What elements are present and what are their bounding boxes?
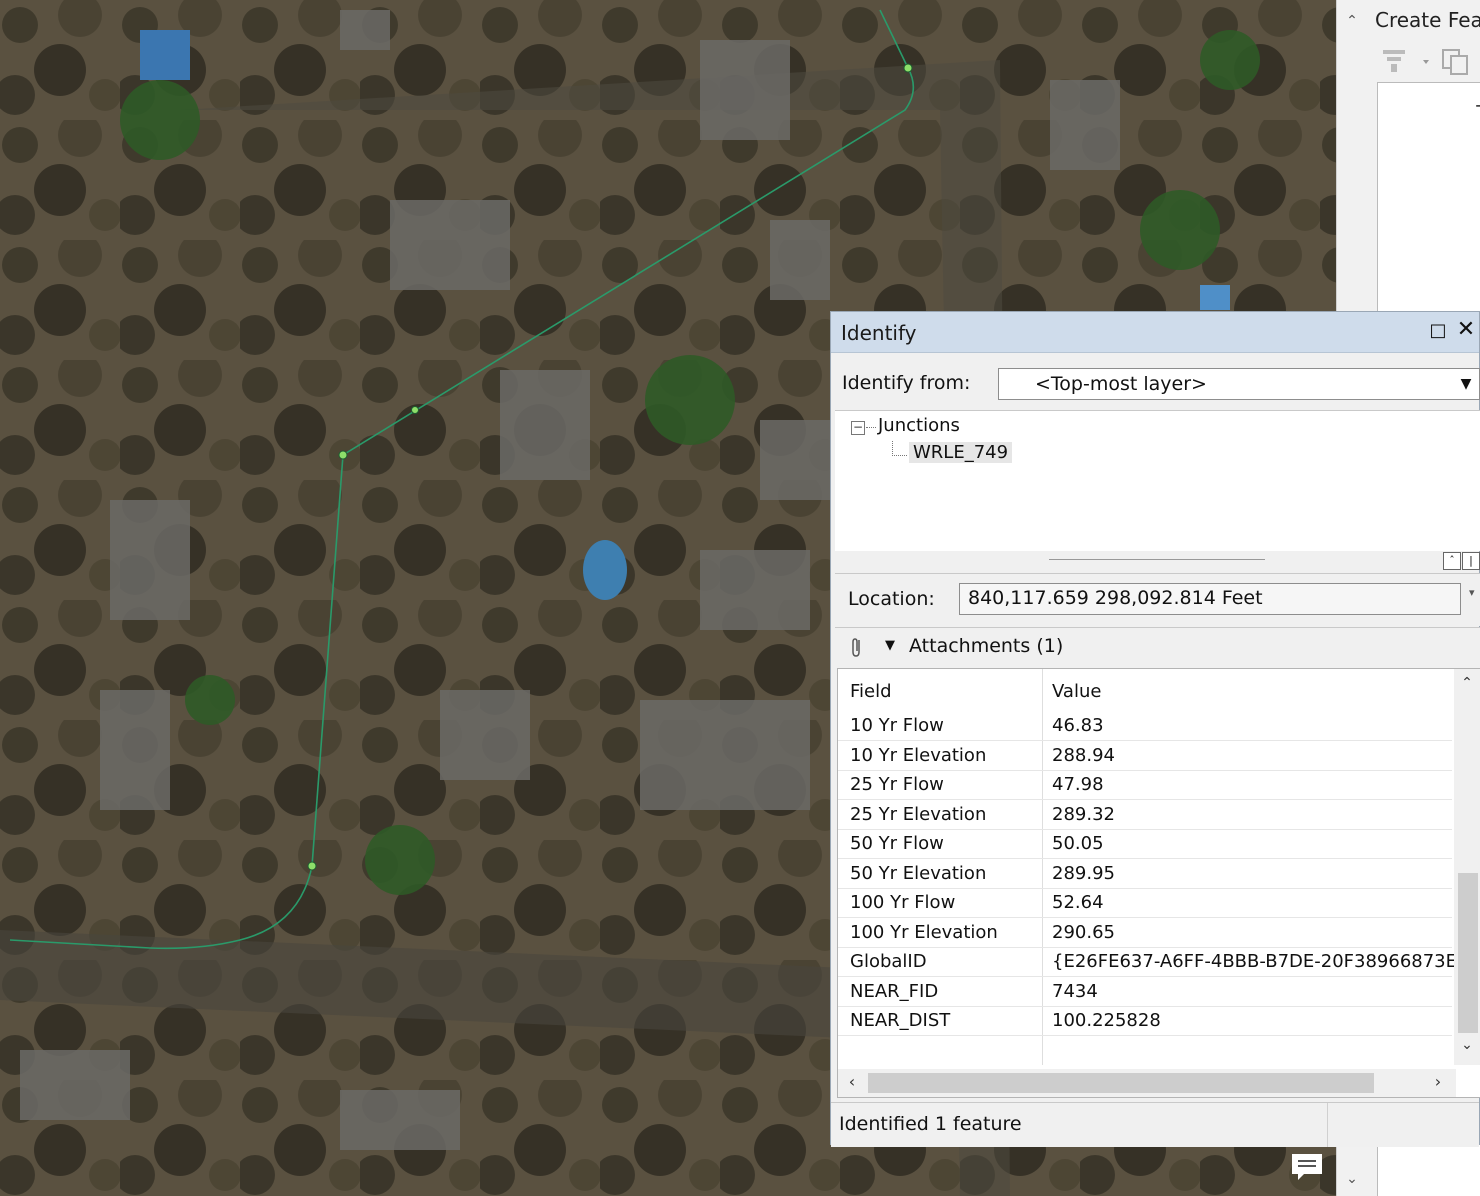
field-name: NEAR_FID: [850, 981, 939, 1002]
field-value: 46.83: [1052, 715, 1104, 736]
field-name: 50 Yr Elevation: [850, 863, 987, 884]
chevron-down-icon[interactable]: ▼: [1453, 369, 1479, 399]
create-features-toolbar: [1377, 44, 1480, 78]
scroll-down-icon[interactable]: ⌄: [1339, 1166, 1365, 1192]
identify-from-selected-value: <Top-most layer>: [1035, 373, 1207, 395]
column-header-value[interactable]: Value: [1052, 681, 1101, 702]
table-row[interactable]: 10 Yr Elevation 288.94: [838, 741, 1452, 771]
field-value: 100.225828: [1052, 1010, 1161, 1031]
location-panel: Location: 840,117.659 298,092.814 Feet ▾: [835, 573, 1480, 626]
table-row[interactable]: NEAR_DIST 100.225828: [838, 1006, 1452, 1036]
paperclip-icon: [849, 636, 863, 663]
field-name: 100 Yr Elevation: [850, 922, 998, 943]
create-features-template-list[interactable]: Tl: [1377, 82, 1480, 314]
tree-feature-node[interactable]: WRLE_749: [909, 442, 1013, 463]
vertex-marker: [307, 861, 317, 871]
vertex-marker: [411, 406, 419, 414]
table-row[interactable]: 25 Yr Elevation 289.32: [838, 800, 1452, 830]
identify-from-dropdown[interactable]: <Top-most layer> ▼: [998, 368, 1480, 400]
identify-titlebar[interactable]: Identify □ ✕: [831, 312, 1479, 353]
field-value: 52.64: [1052, 892, 1104, 913]
scroll-right-icon[interactable]: ›: [1428, 1072, 1448, 1094]
location-label: Location:: [848, 588, 935, 610]
field-value: 288.94: [1052, 745, 1115, 766]
expand-up-icon[interactable]: ˆ: [1443, 552, 1461, 570]
field-value: 289.95: [1052, 863, 1115, 884]
maximize-icon[interactable]: □: [1427, 320, 1449, 342]
pane-splitter[interactable]: [1049, 559, 1265, 560]
table-row[interactable]: 50 Yr Flow 50.05: [838, 829, 1452, 859]
tree-layer-node[interactable]: Junctions: [878, 415, 960, 436]
results-tree: − Junctions WRLE_749: [835, 410, 1480, 551]
field-name: 10 Yr Elevation: [850, 745, 987, 766]
field-value: {E26FE637-A6FF-4BBB-B7DE-20F38966873E}: [1052, 951, 1469, 972]
field-value: 50.05: [1052, 833, 1104, 854]
field-value: 289.32: [1052, 804, 1115, 825]
notification-icon[interactable]: [1290, 1152, 1324, 1182]
identify-from-label: Identify from:: [842, 372, 971, 394]
table-row[interactable]: 10 Yr Flow 46.83: [838, 711, 1452, 741]
tree-connector: [892, 441, 907, 456]
field-name: 25 Yr Elevation: [850, 804, 987, 825]
field-name: NEAR_DIST: [850, 1010, 951, 1031]
vertex-marker: [338, 450, 348, 460]
template-organize-icon: [1383, 50, 1405, 72]
pane-options-icon[interactable]: |: [1462, 552, 1480, 570]
table-row[interactable]: 100 Yr Flow 52.64: [838, 888, 1452, 918]
scroll-left-icon[interactable]: ‹: [842, 1072, 862, 1094]
scroll-up-icon[interactable]: ⌃: [1456, 675, 1478, 695]
field-name: 100 Yr Flow: [850, 892, 956, 913]
vertex-marker: [903, 63, 913, 73]
grid-header: Field Value: [838, 669, 1452, 711]
create-features-title: Create Feat: [1375, 8, 1480, 32]
caret-down-icon[interactable]: ▼: [885, 638, 895, 653]
field-name: 10 Yr Flow: [850, 715, 944, 736]
field-value: 47.98: [1052, 774, 1104, 795]
table-row[interactable]: 100 Yr Elevation 290.65: [838, 918, 1452, 948]
scroll-down-icon[interactable]: ⌄: [1456, 1037, 1478, 1057]
collapse-toggle-icon[interactable]: −: [851, 421, 865, 435]
field-value: 290.65: [1052, 922, 1115, 943]
table-row[interactable]: 25 Yr Flow 47.98: [838, 770, 1452, 800]
vertical-scrollbar[interactable]: ⌃ ⌄: [1454, 669, 1480, 1065]
scrollbar-thumb[interactable]: [868, 1073, 1374, 1093]
scrollbar-thumb[interactable]: [1458, 873, 1478, 1033]
attachments-label[interactable]: Attachments (1): [909, 635, 1063, 657]
table-row[interactable]: GlobalID {E26FE637-A6FF-4BBB-B7DE-20F389…: [838, 947, 1468, 977]
field-name: 25 Yr Flow: [850, 774, 944, 795]
table-row[interactable]: 50 Yr Elevation 289.95: [838, 859, 1452, 889]
create-features-lower-pane: [1377, 1140, 1480, 1196]
location-field[interactable]: 840,117.659 298,092.814 Feet: [959, 583, 1461, 615]
create-features-pane-text: Tl: [1476, 101, 1480, 125]
table-row[interactable]: NEAR_FID 7434: [838, 977, 1452, 1007]
tree-connector: [866, 427, 876, 428]
horizontal-scrollbar[interactable]: ‹ ›: [838, 1069, 1456, 1097]
scroll-up-icon[interactable]: ⌃: [1339, 8, 1365, 34]
attribute-grid: Field Value 10 Yr Flow 46.83 10 Yr Eleva…: [837, 668, 1480, 1098]
status-text: Identified 1 feature: [839, 1113, 1022, 1135]
status-bar: Identified 1 feature: [831, 1102, 1479, 1147]
column-header-field[interactable]: Field: [850, 681, 892, 702]
field-name: 50 Yr Flow: [850, 833, 944, 854]
field-value: 7434: [1052, 981, 1098, 1002]
attachments-row[interactable]: ▼ Attachments (1): [835, 627, 1480, 668]
template-copy-icon: [1442, 49, 1468, 75]
field-name: GlobalID: [850, 951, 927, 972]
close-icon[interactable]: ✕: [1455, 318, 1477, 342]
window-title: Identify: [841, 321, 917, 345]
pin-icon[interactable]: ▾: [1469, 586, 1475, 599]
status-divider: [1327, 1103, 1328, 1147]
identify-window: Identify □ ✕ Identify from: <Top-most la…: [830, 311, 1480, 1147]
